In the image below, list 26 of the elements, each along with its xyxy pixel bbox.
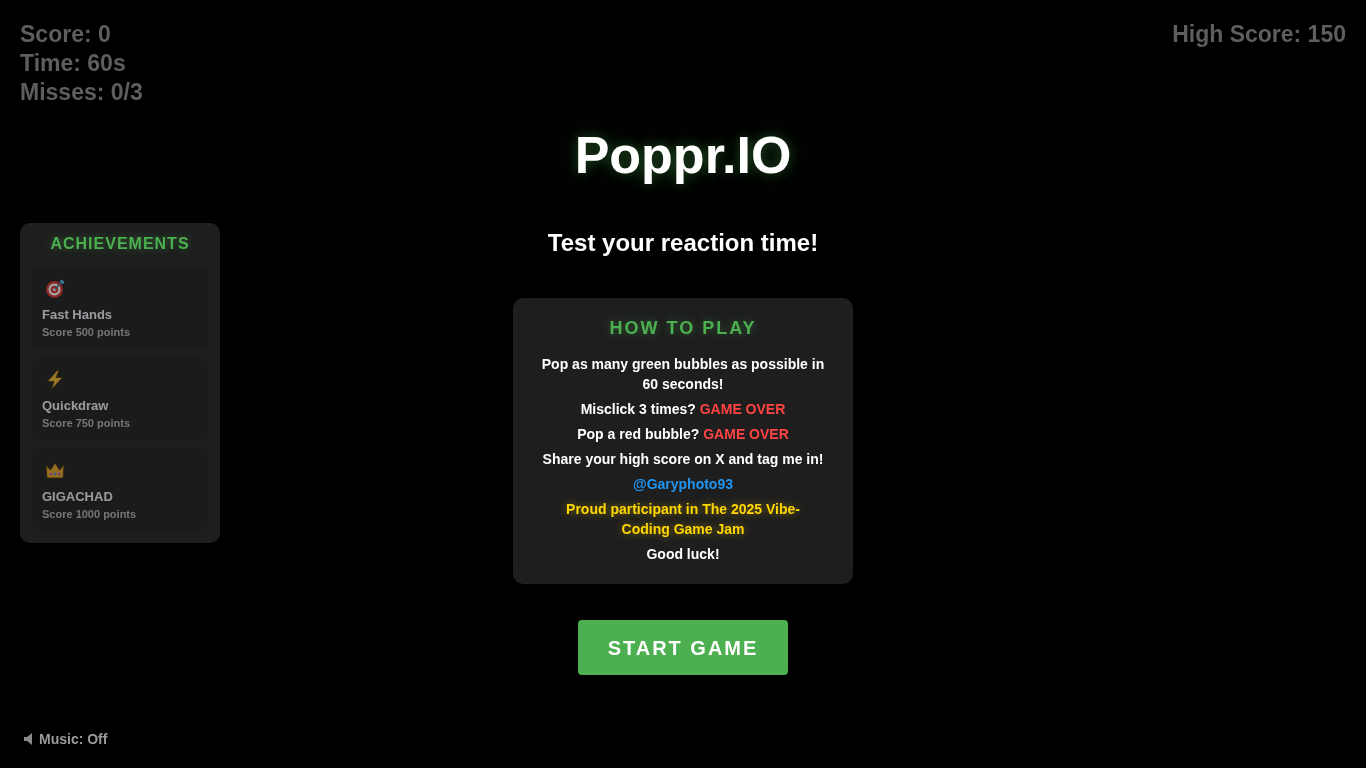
misses-label: Misses: 0/3 [20,78,143,107]
achievement-description: Score 1000 points [42,507,137,521]
instruction-text: Pop a red bubble? GAME OVER [577,425,789,444]
achievement-name: GIGACHAD [42,489,113,505]
instruction-text: Pop as many green bubbles as possible in 60 seconds! [540,355,826,394]
instruction-text: Share your high score on X and tag me in! [542,450,824,469]
instruction-text: Misclick 3 times? GAME OVER [580,400,786,419]
crown-icon [45,461,65,481]
achievement-name: Quickdraw [42,398,109,414]
instruction-text: Good luck! [646,545,720,564]
lightning-bolt-icon [45,370,65,390]
high-score-label: High Score: 150 [1172,21,1346,47]
score-label: Score: 0 [20,20,111,49]
achievement-name: Fast Hands [42,307,113,323]
subtitle-text: Test your reaction time! [547,228,819,258]
time-label: Time: 60s [20,49,126,78]
achievements-heading: ACHIEVEMENTS [50,234,190,254]
start-game-button[interactable]: START GAME [578,620,788,675]
achievement-description: Score 750 points [42,416,131,430]
how-to-play-heading: HOW TO PLAY [609,317,757,340]
target-icon [45,279,65,299]
speaker-icon [24,733,34,745]
profile-link[interactable]: @Garyphoto93 [633,474,733,494]
game-jam-text: Proud participant in The 2025 Vibe-Coding Game Jam [565,500,801,539]
music-toggle[interactable]: Music: Off [24,730,108,748]
achievement-description: Score 500 points [42,325,131,339]
